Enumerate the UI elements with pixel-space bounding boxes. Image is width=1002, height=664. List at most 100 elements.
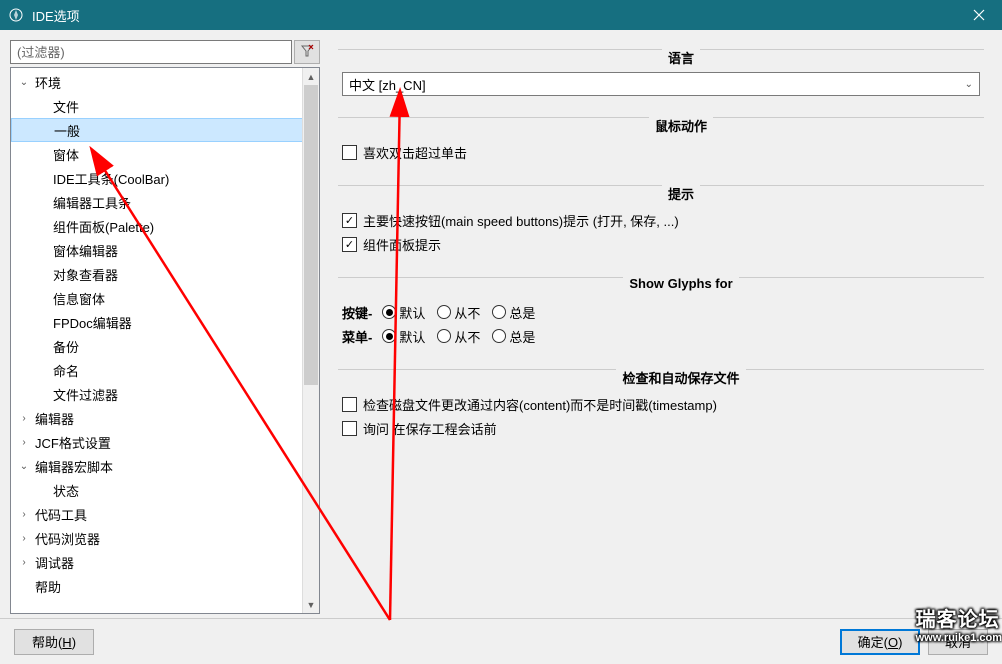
group-autosave: 检查和自动保存文件 检查磁盘文件更改通过内容(content)而不是时间戳(ti… xyxy=(330,360,992,446)
tree-spacer xyxy=(35,483,49,497)
checkbox-dblclick[interactable] xyxy=(342,145,357,160)
tree-item[interactable]: ›代码工具 xyxy=(11,502,319,526)
label-speedbtn-hints: 主要快速按钮(main speed buttons)提示 (打开, 保存, ..… xyxy=(363,211,679,230)
tree-item[interactable]: 对象查看器 xyxy=(11,262,319,286)
checkbox-palette-hints[interactable] xyxy=(342,237,357,252)
tree-item-label: JCF格式设置 xyxy=(33,433,111,452)
scroll-up-icon[interactable]: ▲ xyxy=(303,68,319,85)
bottom-bar: 帮助(H) 确定(O) 取消 xyxy=(0,618,1002,664)
group-mouse: 鼠标动作 喜欢双击超过单击 xyxy=(330,108,992,170)
filter-input[interactable] xyxy=(10,40,292,64)
group-title-autosave: 检查和自动保存文件 xyxy=(616,368,745,387)
tree-item-label: FPDoc编辑器 xyxy=(51,313,132,332)
tree-item-label: 帮助 xyxy=(33,577,61,596)
glyphs-buttons-label: 按键- xyxy=(342,303,372,322)
chevron-right-icon[interactable]: › xyxy=(17,435,31,449)
checkbox-check-content[interactable] xyxy=(342,397,357,412)
checkbox-ask-save[interactable] xyxy=(342,421,357,436)
tree-item[interactable]: 一般 xyxy=(11,118,319,142)
tree-scrollbar[interactable]: ▲ ▼ xyxy=(302,68,319,613)
window-title: IDE选项 xyxy=(32,6,956,25)
chevron-down-icon[interactable]: ⌄ xyxy=(17,459,31,473)
scroll-thumb[interactable] xyxy=(304,85,318,385)
tree-item[interactable]: 命名 xyxy=(11,358,319,382)
tree-item-label: 代码工具 xyxy=(33,505,87,524)
tree-item[interactable]: 文件过滤器 xyxy=(11,382,319,406)
tree-spacer xyxy=(35,267,49,281)
radio-buttons-always[interactable] xyxy=(492,305,506,319)
radio-buttons-default[interactable] xyxy=(382,305,396,319)
tree-item[interactable]: ›编辑器 xyxy=(11,406,319,430)
tree-item[interactable]: 组件面板(Palette) xyxy=(11,214,319,238)
tree-item-label: 备份 xyxy=(51,337,79,356)
ok-button[interactable]: 确定(O) xyxy=(840,629,920,655)
tree-item-label: 窗体 xyxy=(51,145,79,164)
tree-item[interactable]: 备份 xyxy=(11,334,319,358)
radio-menus-always[interactable] xyxy=(492,329,506,343)
tree-item[interactable]: ›调试器 xyxy=(11,550,319,574)
checkbox-speedbtn-hints[interactable] xyxy=(342,213,357,228)
tree-spacer xyxy=(36,123,50,137)
tree-item-label: 文件过滤器 xyxy=(51,385,118,404)
language-select[interactable]: 中文 [zh_CN] ⌄ xyxy=(342,72,980,96)
tree-spacer xyxy=(35,315,49,329)
glyphs-row-buttons: 按键- 默认 从不 总是 xyxy=(342,300,980,324)
label-ask-save: 询问 在保存工程会话前 xyxy=(363,419,497,438)
tree-item-label: 调试器 xyxy=(33,553,74,572)
help-button[interactable]: 帮助(H) xyxy=(14,629,94,655)
close-button[interactable] xyxy=(956,0,1002,30)
tree-item-label: 代码浏览器 xyxy=(33,529,100,548)
tree-item-label: 对象查看器 xyxy=(51,265,118,284)
tree-item-label: 文件 xyxy=(51,97,79,116)
tree-spacer xyxy=(35,243,49,257)
chevron-down-icon: ⌄ xyxy=(965,79,973,90)
label-palette-hints: 组件面板提示 xyxy=(363,235,441,254)
tree-item[interactable]: 窗体 xyxy=(11,142,319,166)
tree-item-label: 状态 xyxy=(51,481,79,500)
tree-item[interactable]: ›代码浏览器 xyxy=(11,526,319,550)
label-check-content: 检查磁盘文件更改通过内容(content)而不是时间戳(timestamp) xyxy=(363,395,717,414)
radio-buttons-never[interactable] xyxy=(437,305,451,319)
tree-item[interactable]: ⌄环境 xyxy=(11,70,319,94)
tree-item-label: 组件面板(Palette) xyxy=(51,217,154,236)
tree-item[interactable]: 文件 xyxy=(11,94,319,118)
tree-item-label: 编辑器工具条 xyxy=(51,193,131,212)
tree-spacer xyxy=(35,195,49,209)
tree-item[interactable]: 编辑器工具条 xyxy=(11,190,319,214)
tree-item[interactable]: IDE工具条(CoolBar) xyxy=(11,166,319,190)
app-icon xyxy=(8,7,24,23)
tree-item[interactable]: 帮助 xyxy=(11,574,319,598)
radio-menus-default[interactable] xyxy=(382,329,396,343)
tree-spacer xyxy=(35,171,49,185)
tree-item-label: 一般 xyxy=(52,121,80,140)
right-panel: 语言 中文 [zh_CN] ⌄ 鼠标动作 喜欢双击超过单击 提示 xyxy=(330,40,992,614)
chevron-right-icon[interactable]: › xyxy=(17,531,31,545)
glyphs-menus-label: 菜单- xyxy=(342,327,372,346)
chevron-right-icon[interactable]: › xyxy=(17,507,31,521)
group-title-language: 语言 xyxy=(662,48,700,67)
group-title-glyphs: Show Glyphs for xyxy=(623,276,738,291)
tree-spacer xyxy=(35,147,49,161)
tree-item-label: 编辑器宏脚本 xyxy=(33,457,113,476)
group-glyphs: Show Glyphs for 按键- 默认 从不 总是 菜单- 默认 从不 总… xyxy=(330,268,992,354)
tree-item[interactable]: ›JCF格式设置 xyxy=(11,430,319,454)
tree-item[interactable]: 窗体编辑器 xyxy=(11,238,319,262)
tree-item-label: 命名 xyxy=(51,361,79,380)
tree-item[interactable]: 状态 xyxy=(11,478,319,502)
tree-item[interactable]: FPDoc编辑器 xyxy=(11,310,319,334)
chevron-right-icon[interactable]: › xyxy=(17,411,31,425)
chevron-right-icon[interactable]: › xyxy=(17,555,31,569)
left-panel: ⌄环境文件一般窗体 IDE工具条(CoolBar) 编辑器工具条组件面板(Palet… xyxy=(10,40,320,614)
group-title-mouse: 鼠标动作 xyxy=(649,116,713,135)
glyphs-row-menus: 菜单- 默认 从不 总是 xyxy=(342,324,980,348)
chevron-down-icon[interactable]: ⌄ xyxy=(17,75,31,89)
language-select-value: 中文 [zh_CN] xyxy=(349,75,426,94)
tree-spacer xyxy=(35,291,49,305)
tree-item[interactable]: 信息窗体 xyxy=(11,286,319,310)
scroll-down-icon[interactable]: ▼ xyxy=(303,596,319,613)
tree-item[interactable]: ⌄编辑器宏脚本 xyxy=(11,454,319,478)
clear-filter-button[interactable] xyxy=(294,40,320,64)
options-tree: ⌄环境文件一般窗体 IDE工具条(CoolBar) 编辑器工具条组件面板(Palet… xyxy=(10,67,320,614)
label-dblclick: 喜欢双击超过单击 xyxy=(363,143,467,162)
radio-menus-never[interactable] xyxy=(437,329,451,343)
